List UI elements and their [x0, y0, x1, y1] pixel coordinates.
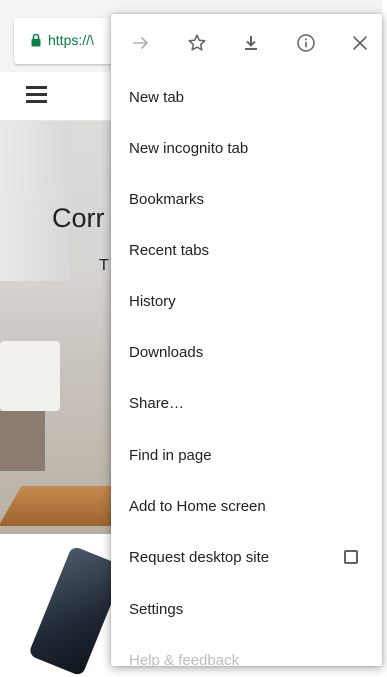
menu-item-label: Share… — [129, 394, 185, 412]
menu-item-bookmarks[interactable]: Bookmarks — [111, 173, 382, 225]
menu-item-label: Find in page — [129, 446, 212, 464]
hero-chair-image — [0, 411, 45, 471]
info-icon[interactable] — [293, 30, 319, 56]
menu-item-label: Bookmarks — [129, 190, 205, 208]
hero-window-image — [0, 121, 70, 281]
star-icon[interactable] — [184, 30, 210, 56]
menu-item-new-tab[interactable]: New tab — [111, 71, 382, 123]
menu-item-label: Help & feedback — [129, 651, 240, 667]
menu-item-label: Downloads — [129, 343, 204, 361]
close-icon[interactable] — [347, 30, 373, 56]
url-text: https://\ — [48, 32, 94, 48]
menu-item-label: Recent tabs — [129, 241, 210, 259]
menu-item-label: Request desktop site — [129, 548, 270, 566]
menu-item-label: History — [129, 292, 176, 310]
menu-item-settings[interactable]: Settings — [111, 583, 382, 635]
overflow-menu: New tab New incognito tab Bookmarks Rece… — [111, 14, 382, 666]
menu-item-label: Add to Home screen — [129, 497, 266, 515]
hero-subtitle: T — [99, 257, 109, 274]
menu-item-add-to-home-screen[interactable]: Add to Home screen — [111, 480, 382, 532]
hamburger-menu-icon[interactable] — [26, 86, 47, 103]
menu-item-share[interactable]: Share… — [111, 377, 382, 429]
menu-item-label: New incognito tab — [129, 139, 249, 157]
hero-sofa-image — [0, 341, 60, 411]
menu-icon-row — [111, 14, 382, 74]
menu-item-request-desktop-site[interactable]: Request desktop site — [111, 531, 382, 583]
menu-item-history[interactable]: History — [111, 275, 382, 327]
forward-arrow-icon[interactable] — [128, 30, 154, 56]
menu-item-find-in-page[interactable]: Find in page — [111, 429, 382, 481]
menu-item-downloads[interactable]: Downloads — [111, 326, 382, 378]
download-icon[interactable] — [238, 30, 264, 56]
menu-item-label: New tab — [129, 88, 185, 106]
menu-item-label: Settings — [129, 600, 184, 618]
hero-title: Corr — [52, 203, 105, 233]
menu-item-new-incognito-tab[interactable]: New incognito tab — [111, 122, 382, 174]
lock-icon — [31, 33, 41, 47]
page-edge — [382, 0, 387, 666]
desktop-site-checkbox[interactable] — [344, 550, 358, 564]
menu-item-recent-tabs[interactable]: Recent tabs — [111, 224, 382, 276]
menu-item-help-feedback[interactable]: Help & feedback — [111, 634, 382, 667]
